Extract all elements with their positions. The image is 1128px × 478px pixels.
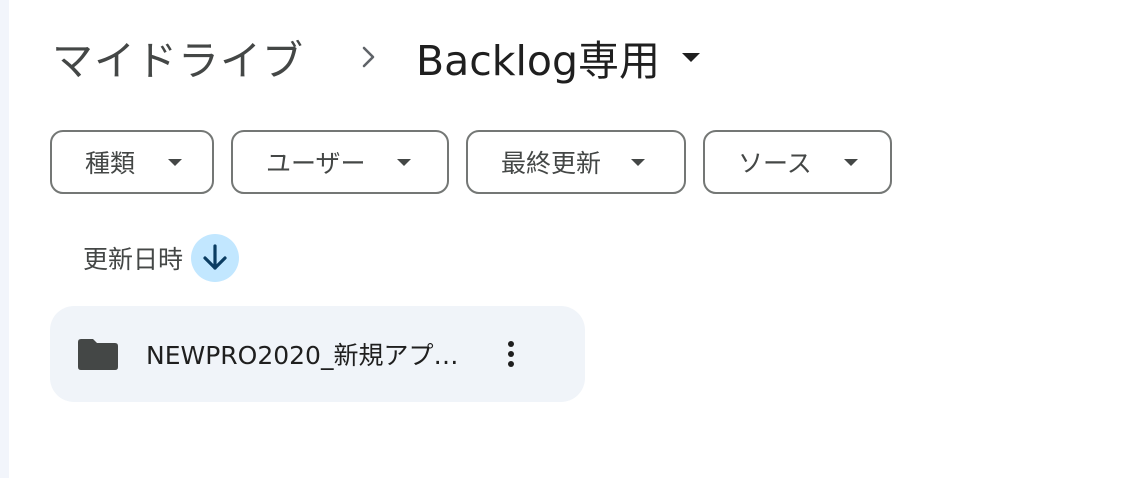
arrow-downward-icon xyxy=(202,244,228,272)
arrow-drop-down-icon xyxy=(629,156,647,168)
folder-item[interactable]: NEWPRO2020_新規アプリ... xyxy=(50,306,585,402)
breadcrumb-current-folder-button[interactable]: Backlog専用 xyxy=(412,29,706,85)
filter-chip-label: ユーザー xyxy=(266,149,366,178)
filter-chip-bar: 種類 ユーザー 最終更新 ソース xyxy=(50,130,892,194)
filter-chip-label: ソース xyxy=(738,149,812,178)
chevron-right-icon xyxy=(354,37,384,77)
folder-icon xyxy=(78,337,118,371)
filter-chip-last-modified[interactable]: 最終更新 xyxy=(466,130,686,194)
filter-chip-label: 最終更新 xyxy=(501,149,602,178)
arrow-drop-down-icon xyxy=(166,156,184,168)
more-actions-button[interactable] xyxy=(491,326,531,382)
folder-name: NEWPRO2020_新規アプリ... xyxy=(146,341,476,370)
arrow-drop-down-icon xyxy=(680,49,702,65)
filter-chip-label: 種類 xyxy=(85,149,136,178)
arrow-drop-down-icon xyxy=(395,156,413,168)
sort-field-label[interactable]: 更新日時 xyxy=(83,240,183,276)
sort-control: 更新日時 xyxy=(83,234,240,282)
left-panel-edge xyxy=(0,0,9,478)
sort-direction-button[interactable] xyxy=(191,234,240,282)
filter-chip-type[interactable]: 種類 xyxy=(50,130,214,194)
current-folder-title: Backlog専用 xyxy=(416,37,661,85)
filter-chip-source[interactable]: ソース xyxy=(703,130,892,194)
arrow-drop-down-icon xyxy=(842,156,860,168)
more-vert-icon xyxy=(507,340,515,368)
filter-chip-user[interactable]: ユーザー xyxy=(231,130,449,194)
breadcrumb-root-my-drive[interactable]: マイドライブ xyxy=(52,27,304,87)
breadcrumb: マイドライブ Backlog専用 xyxy=(52,22,706,92)
